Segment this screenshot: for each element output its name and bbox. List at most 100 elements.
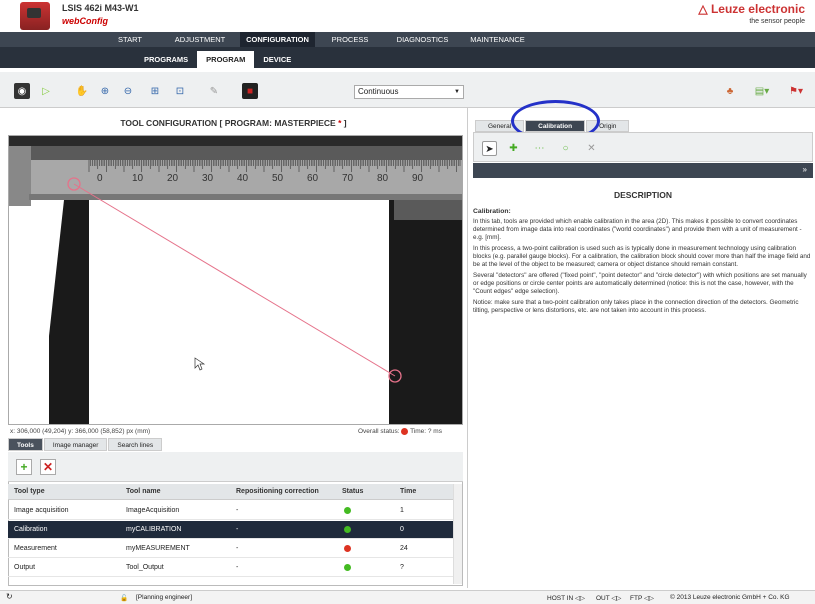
overall-status: Overall status: Time: ? ms [358,428,442,435]
description-paragraph: In this process, a two-point calibration… [473,245,811,268]
description-title: DESCRIPTION [613,190,673,200]
sub-nav: PROGRAMS PROGRAM DEVICE [0,47,815,68]
ruler-number: 70 [342,173,354,184]
ruler-number: 80 [377,173,389,184]
delete-tool-icon[interactable]: ✕ [40,459,56,475]
cell-tool-name: Tool_Output [126,564,164,571]
camera-image: 0 10 20 30 40 50 60 70 80 90 [9,136,462,424]
host-in-label: HOST IN [547,595,574,602]
table-scrollbar[interactable] [453,484,462,584]
hand-icon[interactable]: ✋ [74,83,90,99]
ftp-label: FTP [630,595,643,602]
cell-tool-name: myMEASUREMENT [126,545,190,552]
copyright: © 2013 Leuze electronic GmbH + Co. KG [670,594,790,601]
device-image [20,2,50,30]
table-row[interactable]: Measurement myMEASUREMENT - 24 [8,540,454,558]
flag-menu-icon[interactable]: ⚑▾ [784,83,808,99]
col-status[interactable]: Status [342,488,363,495]
cell-tool-name: myCALIBRATION [126,526,182,533]
col-tool-name[interactable]: Tool name [126,488,160,495]
nav-configuration[interactable]: CONFIGURATION [240,32,315,47]
cell-repositioning: - [236,526,239,533]
zoom-100-icon[interactable]: ⊡ [172,83,188,99]
cell-time: 24 [400,545,408,552]
circle-detector-icon[interactable]: ○ [558,141,573,156]
zoom-out-icon[interactable]: ⊖ [120,83,136,99]
list-menu-icon[interactable]: ▤▾ [750,83,774,99]
tab-search-lines[interactable]: Search lines [108,438,163,451]
ruler-number: 0 [97,173,103,184]
play-icon[interactable]: ▷ [38,83,54,99]
lock-icon: 🔓 [120,595,129,602]
cell-tool-type: Output [14,564,36,571]
mode-value: Continuous [358,87,399,96]
table-row[interactable]: Calibration myCALIBRATION - 0 [8,521,454,539]
cell-time: 1 [400,507,404,514]
device-name: LSIS 462i M43-W1 [62,3,139,13]
description-paragraph: Several "detectors" are offered ("fixed … [473,272,807,295]
col-tool-type[interactable]: Tool type [14,488,45,495]
table-header: Tool type Tool name Repositioning correc… [8,484,454,500]
title-text: TOOL CONFIGURATION [ PROGRAM: MASTERPIEC… [120,118,339,128]
host-in-status: HOST IN ◁▷ [547,595,586,602]
col-time[interactable]: Time [400,488,416,495]
chevron-down-icon: ▼ [454,89,460,95]
image-view[interactable]: 0 10 20 30 40 50 60 70 80 90 [8,135,463,425]
cell-tool-type: Calibration [14,526,48,533]
delete-detector-icon[interactable]: ✕ [584,141,599,156]
users-icon[interactable]: ♣ [722,83,738,99]
table-row[interactable]: Output Tool_Output -? [8,559,454,577]
brand-logo: △ Leuze electronic [698,2,805,16]
ftp-status: FTP ◁▷ [630,595,654,602]
ruler-number: 50 [272,173,284,184]
panel-divider[interactable] [467,108,468,588]
ruler-number: 10 [132,173,144,184]
nav-start[interactable]: START [100,32,160,47]
ruler-number: 30 [202,173,214,184]
bottom-tabs: Tools Image manager Search lines [8,438,163,451]
nav-diagnostics[interactable]: DIAGNOSTICS [385,32,460,47]
nav-process[interactable]: PROCESS [315,32,385,47]
zoom-fit-icon[interactable]: ⊞ [147,83,163,99]
fixed-point-icon[interactable]: ✚ [506,141,521,156]
acquisition-mode-select[interactable]: Continuous ▼ [354,85,464,99]
description-paragraph: In this tab, tools are provided which en… [473,218,802,241]
camera-icon[interactable]: ◉ [14,83,30,99]
point-detector-icon[interactable]: ⋯ [532,141,547,156]
brand-tagline: the sensor people [749,18,805,25]
tab-program[interactable]: PROGRAM [197,51,255,68]
add-tool-icon[interactable]: + [16,459,32,475]
nav-adjustment[interactable]: ADJUSTMENT [160,32,240,47]
cell-time: ? [400,564,404,571]
status-dot-icon [344,526,351,533]
refresh-icon[interactable]: ↻ [6,592,13,601]
main-nav: START ADJUSTMENT CONFIGURATION PROCESS D… [0,32,815,47]
collapse-bar[interactable]: » [473,163,813,178]
cell-tool-name: ImageAcquisition [126,507,180,514]
detector-toolbar: ➤ ✚ ⋯ ○ ✕ [473,132,813,162]
status-dot-icon [344,545,351,552]
description-text: Calibration: In this tab, tools are prov… [473,208,813,318]
cell-time: 0 [400,526,404,533]
tab-device[interactable]: DEVICE [254,51,300,68]
wrench-icon[interactable]: ✎ [206,83,222,99]
tab-programs[interactable]: PROGRAMS [135,51,197,68]
ruler-number: 60 [307,173,319,184]
table-row[interactable]: Image acquisition ImageAcquisition - 1 [8,502,454,520]
ruler-number: 90 [412,173,424,184]
zoom-in-icon[interactable]: ⊕ [97,83,113,99]
pointer-icon[interactable]: ➤ [482,141,497,156]
cell-repositioning: - [236,545,239,552]
cell-tool-type: Measurement [14,545,57,552]
out-label: OUT [596,595,610,602]
title-end: ] [341,118,347,128]
tab-tools[interactable]: Tools [8,438,43,451]
record-icon[interactable]: ■ [242,83,258,99]
cell-repositioning: - [236,507,239,514]
col-repositioning[interactable]: Repositioning correction [236,488,319,495]
ruler-number: 40 [237,173,249,184]
tab-image-manager[interactable]: Image manager [43,438,108,451]
collapse-icon[interactable]: » [803,165,807,174]
nav-maintenance[interactable]: MAINTENANCE [460,32,535,47]
overall-status-label: Overall status: [358,428,400,436]
